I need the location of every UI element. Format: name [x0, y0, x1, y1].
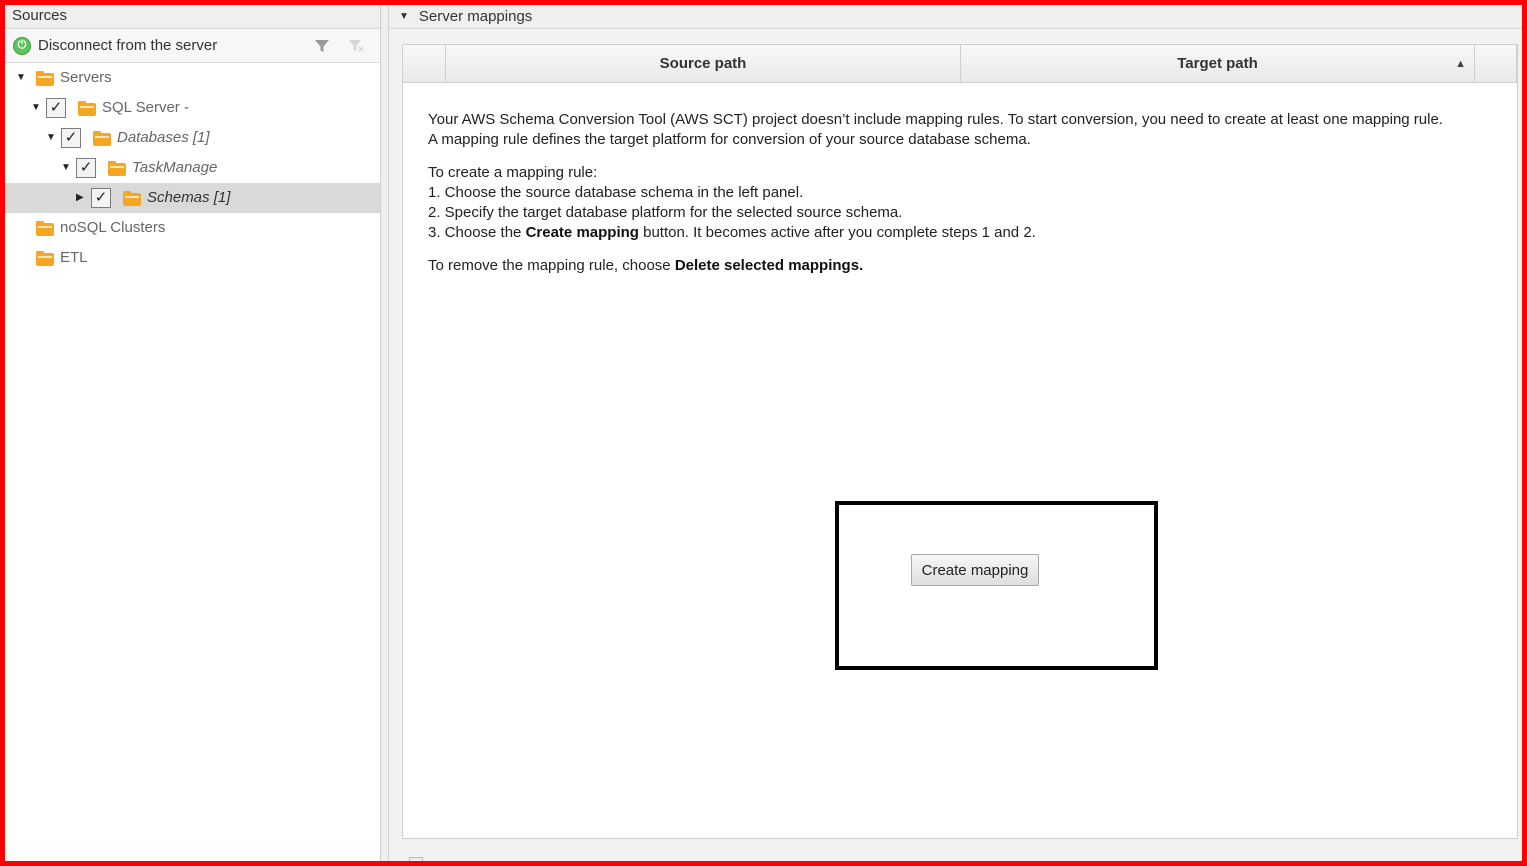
remove-bold: Delete selected mappings. [674, 257, 864, 274]
expand-caret-icon[interactable]: ▼ [31, 103, 41, 113]
checkbox[interactable]: ✓ [76, 158, 96, 178]
extra-column-header [1475, 45, 1517, 82]
mapping-instructions: Your AWS Schema Conversion Tool (AWS SCT… [428, 110, 1508, 289]
checkbox[interactable]: ✓ [61, 128, 81, 148]
folder-icon [36, 221, 54, 236]
folder-icon [36, 71, 54, 86]
tree-item-label: Servers [60, 69, 112, 86]
remove-prefix: To remove the mapping rule, choose [428, 257, 675, 274]
steps-intro: To create a mapping rule: [428, 164, 598, 181]
folder-icon [78, 101, 96, 116]
step-3-prefix: 3. Choose the [428, 224, 526, 241]
checkbox[interactable]: ✓ [46, 98, 66, 118]
sources-toolbar: ⏻ Disconnect from the server [5, 29, 380, 63]
tree-item-nosql-clusters[interactable]: noSQL Clusters [5, 213, 380, 243]
column-header-label: Source path [659, 55, 747, 72]
tree-item-servers[interactable]: ▼ Servers [5, 63, 380, 93]
tree-item-taskmanage[interactable]: ▼ ✓ TaskManage [5, 153, 380, 183]
tree-item-sql-server[interactable]: ▼ ✓ SQL Server - [5, 93, 380, 123]
tree-item-label: Schemas [1] [147, 189, 231, 206]
sources-panel: Sources ⏻ Disconnect from the server ▼ S… [5, 5, 381, 861]
sources-panel-title: Sources [5, 5, 380, 29]
folder-icon [123, 191, 141, 206]
expand-caret-icon[interactable]: ▶ [76, 193, 86, 203]
checkbox[interactable]: ✓ [91, 188, 111, 208]
clear-filter-icon[interactable] [348, 38, 364, 54]
expand-caret-icon[interactable]: ▼ [16, 73, 26, 83]
tree-item-schemas[interactable]: ▶ ✓ Schemas [1] [5, 183, 380, 213]
target-path-column-header[interactable]: Target path ▲ [961, 45, 1475, 82]
info-line-1: Your AWS Schema Conversion Tool (AWS SCT… [428, 111, 1443, 128]
sort-ascending-icon[interactable]: ▲ [1455, 58, 1466, 70]
expand-caret-icon[interactable]: ▼ [61, 163, 71, 173]
mappings-table-header: Source path Target path ▲ [403, 45, 1517, 83]
step-3-bold: Create mapping [525, 224, 639, 241]
tree-item-label: noSQL Clusters [60, 219, 166, 236]
tree-item-databases[interactable]: ▼ ✓ Databases [1] [5, 123, 380, 153]
source-path-column-header[interactable]: Source path [446, 45, 961, 82]
info-line-2: A mapping rule defines the target platfo… [428, 131, 1031, 148]
folder-icon [108, 161, 126, 176]
tree-item-label: SQL Server - [102, 99, 189, 116]
folder-icon [36, 251, 54, 266]
step-2: 2. Specify the target database platform … [428, 204, 903, 221]
filter-icon[interactable] [314, 38, 330, 54]
panel-splitter[interactable] [381, 5, 389, 861]
select-column-header[interactable] [403, 45, 446, 82]
collapse-triangle-icon[interactable]: ▼ [399, 11, 409, 22]
mappings-table: Source path Target path ▲ Your AWS Schem… [402, 44, 1518, 839]
bottom-checkbox[interactable] [409, 857, 423, 861]
server-mappings-panel: ▼ Server mappings Source path Target pat… [389, 5, 1522, 861]
step-1: 1. Choose the source database schema in … [428, 184, 804, 201]
tree-item-label: ETL [60, 249, 88, 266]
create-mapping-button[interactable]: Create mapping [911, 554, 1039, 586]
step-3-suffix: button. It becomes active after you comp… [638, 224, 1036, 241]
power-icon[interactable]: ⏻ [13, 36, 31, 55]
app-window: Sources ⏻ Disconnect from the server ▼ S… [5, 5, 1522, 861]
disconnect-button[interactable]: Disconnect from the server [38, 37, 217, 54]
expand-caret-icon[interactable]: ▼ [46, 133, 56, 143]
server-mappings-header[interactable]: ▼ Server mappings [389, 5, 1522, 29]
tree-item-label: Databases [1] [117, 129, 210, 146]
server-mappings-title: Server mappings [418, 8, 533, 25]
tree-item-label: TaskManage [132, 159, 218, 176]
column-header-label: Target path [1177, 55, 1258, 72]
folder-icon [93, 131, 111, 146]
tree-item-etl[interactable]: ETL [5, 243, 380, 273]
